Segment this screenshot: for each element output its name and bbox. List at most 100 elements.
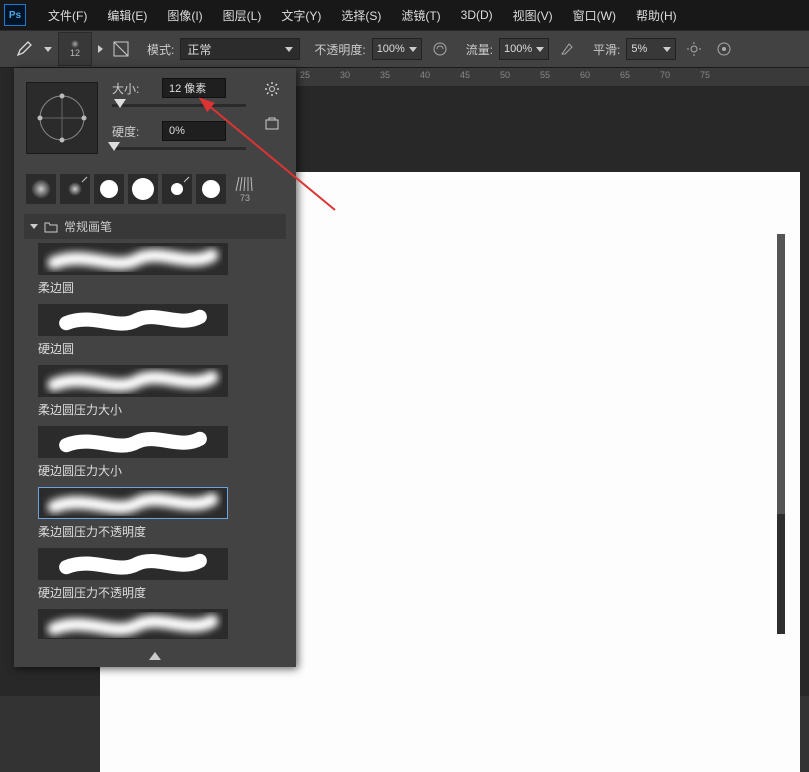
brush-preset-picker[interactable]: 12 <box>58 32 92 66</box>
fan-brush-icon <box>234 175 256 193</box>
menu-view[interactable]: 视图(V) <box>503 7 563 24</box>
size-input[interactable]: 12 像素 <box>162 78 226 98</box>
chevron-down-icon <box>285 47 293 52</box>
opacity-label: 不透明度: <box>314 41 365 58</box>
preset-thumb[interactable]: 73 <box>230 174 260 204</box>
ruler-tick: 40 <box>420 70 430 80</box>
mode-value: 正常 <box>187 41 211 58</box>
chevron-down-icon <box>663 47 671 52</box>
slider-thumb-icon[interactable] <box>114 99 126 108</box>
brush-stroke-preview <box>38 426 228 458</box>
preset-thumb[interactable] <box>162 174 192 204</box>
preset-thumb[interactable] <box>94 174 124 204</box>
brush-list-item[interactable]: 硬边圆压力不透明度 <box>24 544 286 605</box>
folder-label: 常规画笔 <box>64 218 112 235</box>
ruler-tick: 75 <box>700 70 710 80</box>
hardness-slider[interactable] <box>112 147 246 150</box>
mode-label: 模式: <box>147 41 174 58</box>
brush-stroke-preview <box>38 609 228 639</box>
ruler-tick: 45 <box>460 70 470 80</box>
brush-name: 柔边圆压力不透明度 <box>38 523 272 540</box>
scrollbar[interactable] <box>777 234 785 634</box>
airbrush-icon[interactable] <box>555 37 579 61</box>
menu-type[interactable]: 文字(Y) <box>271 7 331 24</box>
flow-value: 100% <box>504 43 532 55</box>
opacity-pressure-icon[interactable] <box>428 37 452 61</box>
smooth-input[interactable]: 5% <box>626 38 676 60</box>
ruler-tick: 25 <box>300 70 310 80</box>
soft-brush-icon <box>68 182 82 196</box>
scrollbar-thumb[interactable] <box>777 234 785 514</box>
chevron-down-icon <box>536 47 544 52</box>
menu-edit[interactable]: 编辑(E) <box>97 7 157 24</box>
brush-size-num: 12 <box>70 48 80 58</box>
brush-stroke-preview <box>38 548 228 580</box>
brush-name: 硬边圆压力大小 <box>38 462 272 479</box>
flow-label: 流量: <box>466 41 493 58</box>
menu-help[interactable]: 帮助(H) <box>626 7 687 24</box>
preset-thumb[interactable] <box>26 174 56 204</box>
ruler-tick: 50 <box>500 70 510 80</box>
opacity-input[interactable]: 100% <box>372 38 422 60</box>
smooth-label: 平滑: <box>593 41 620 58</box>
size-slider[interactable] <box>112 104 246 107</box>
ruler-tick: 55 <box>540 70 550 80</box>
brush-name: 硬边圆压力不透明度 <box>38 584 272 601</box>
brush-tip-preview[interactable] <box>26 82 98 154</box>
brush-list-item[interactable]: 柔边圆压力大小 <box>24 361 286 422</box>
new-preset-icon[interactable] <box>265 117 279 134</box>
options-bar: 12 模式: 正常 不透明度: 100% 流量: 100% 平滑: 5% <box>0 30 809 68</box>
preset-thumbnails: 73 <box>14 168 296 210</box>
brush-settings-icon[interactable] <box>109 37 133 61</box>
brush-list-item[interactable]: 硬边圆压力大小 <box>24 422 286 483</box>
preset-num: 73 <box>240 193 250 203</box>
smooth-value: 5% <box>631 43 647 55</box>
size-label: 大小: <box>112 80 154 97</box>
brush-list-item[interactable]: 柔边圆 <box>24 239 286 300</box>
brush-list-item[interactable]: 软圆压力不透明度和流量 <box>24 605 286 639</box>
preset-thumb[interactable] <box>128 174 158 204</box>
menu-bar: Ps 文件(F) 编辑(E) 图像(I) 图层(L) 文字(Y) 选择(S) 滤… <box>0 0 809 30</box>
menu-filter[interactable]: 滤镜(T) <box>391 7 450 24</box>
menu-file[interactable]: 文件(F) <box>38 7 97 24</box>
menu-window[interactable]: 窗口(W) <box>563 7 626 24</box>
size-pressure-icon[interactable] <box>712 37 736 61</box>
hard-brush-icon <box>171 183 183 195</box>
ruler-tick: 60 <box>580 70 590 80</box>
preset-thumb[interactable] <box>196 174 226 204</box>
brush-list-item[interactable]: 柔边圆压力不透明度 <box>24 483 286 544</box>
preset-thumb[interactable] <box>60 174 90 204</box>
brush-name: 柔边圆 <box>38 279 272 296</box>
hard-brush-icon <box>100 180 118 198</box>
chevron-down-icon <box>409 47 417 52</box>
hardness-input[interactable]: 0% <box>162 121 226 141</box>
brush-folder[interactable]: 常规画笔 <box>24 214 286 239</box>
brush-tool-icon[interactable] <box>10 35 38 63</box>
flow-input[interactable]: 100% <box>499 38 549 60</box>
gear-icon[interactable] <box>265 82 279 99</box>
brush-preset-popup: 大小: 12 像素 硬度: 0% <box>14 68 296 667</box>
folder-icon <box>44 221 58 233</box>
menu-image[interactable]: 图像(I) <box>157 7 212 24</box>
menu-layer[interactable]: 图层(L) <box>213 7 272 24</box>
opacity-value: 100% <box>377 43 405 55</box>
brush-list-item[interactable]: 硬边圆 <box>24 300 286 361</box>
chevron-down-icon <box>30 224 38 229</box>
menu-select[interactable]: 选择(S) <box>331 7 391 24</box>
slider-thumb-icon[interactable] <box>108 142 120 151</box>
brush-stroke-preview <box>38 304 228 336</box>
hardness-label: 硬度: <box>112 123 154 140</box>
app-logo: Ps <box>4 4 26 26</box>
brush-stroke-preview <box>38 487 228 519</box>
mode-select[interactable]: 正常 <box>180 38 300 60</box>
menu-3d[interactable]: 3D(D) <box>451 8 503 22</box>
tool-dropdown-icon[interactable] <box>44 47 52 52</box>
brush-name: 硬边圆 <box>38 340 272 357</box>
brush-panel-toggle-icon[interactable] <box>98 45 103 53</box>
ruler-tick: 35 <box>380 70 390 80</box>
smooth-gear-icon[interactable] <box>682 37 706 61</box>
expand-handle[interactable] <box>14 647 296 667</box>
chevron-up-icon <box>149 652 161 660</box>
hard-brush-icon <box>132 178 154 200</box>
brush-stroke-preview <box>38 365 228 397</box>
